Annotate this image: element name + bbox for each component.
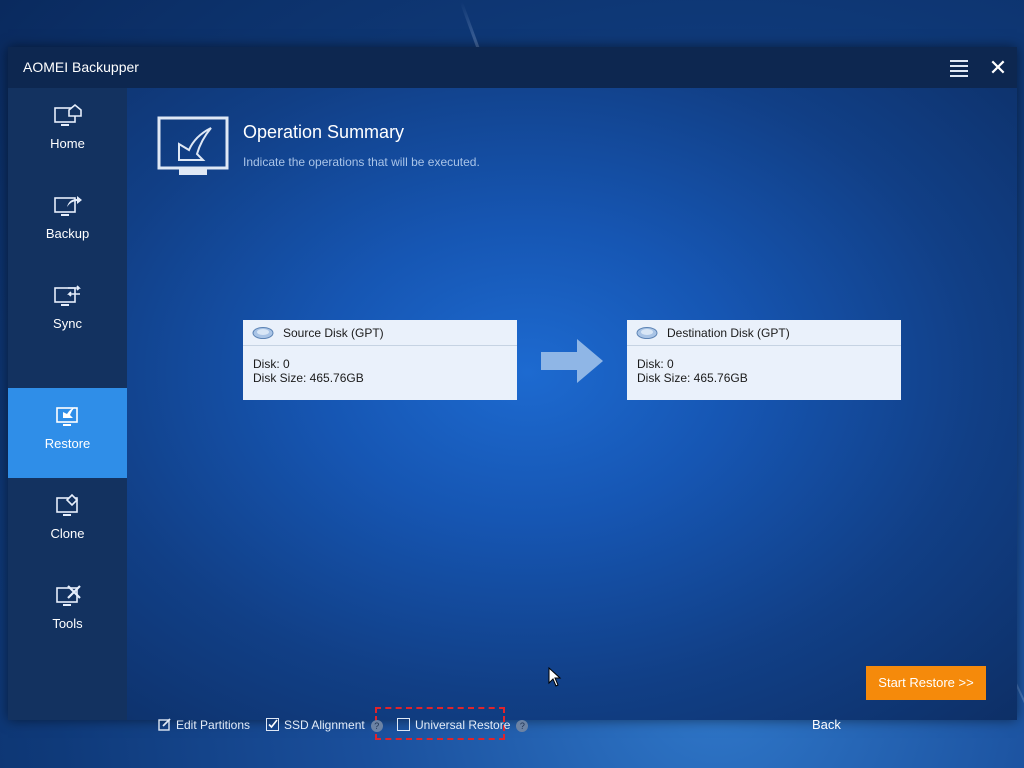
disk-icon [252, 327, 274, 339]
mouse-cursor-icon [548, 667, 562, 687]
sidebar-item-clone[interactable]: Clone [8, 478, 127, 568]
app-title: AOMEI Backupper [23, 59, 139, 75]
main-content: Operation Summary Indicate the operation… [127, 88, 1017, 740]
disk-card-header: Destination Disk (GPT) [627, 320, 901, 346]
title-bar: AOMEI Backupper ✕ [8, 47, 1017, 88]
universal-restore-label: Universal Restore [415, 718, 511, 732]
home-monitor-icon [54, 103, 82, 126]
help-icon[interactable]: ? [516, 720, 529, 732]
disk-icon [636, 327, 658, 339]
sync-monitor-icon [54, 285, 81, 306]
ssd-alignment-checkbox[interactable] [266, 718, 279, 731]
clone-monitor-icon [56, 493, 79, 516]
sidebar-item-home[interactable]: Home [8, 88, 127, 178]
edit-partitions-label: Edit Partitions [176, 718, 251, 732]
sidebar-item-restore[interactable]: Restore [8, 388, 127, 478]
sidebar-item-backup[interactable]: Backup [8, 178, 127, 268]
source-disk-size: Disk Size: 465.76GB [253, 371, 364, 385]
universal-restore-checkbox[interactable] [397, 718, 410, 731]
universal-restore-option[interactable]: Universal Restore? [397, 716, 529, 734]
right-arrow-icon [541, 339, 603, 383]
destination-disk-card: Destination Disk (GPT) Disk: 0 Disk Size… [627, 320, 901, 400]
page-subtitle: Indicate the operations that will be exe… [243, 155, 480, 169]
restore-monitor-icon [56, 407, 78, 426]
sidebar-item-label: Tools [52, 616, 83, 631]
sidebar-item-label: Backup [45, 226, 90, 241]
sidebar: Home Backup Sync Restore Clone Tools [8, 88, 127, 720]
source-disk-number: Disk: 0 [253, 357, 290, 371]
sidebar-item-label: Clone [50, 526, 85, 541]
help-icon[interactable]: ? [370, 720, 383, 732]
ssd-alignment-option[interactable]: SSD Alignment? [266, 716, 383, 734]
page-title: Operation Summary [243, 122, 405, 142]
sidebar-item-tools[interactable]: Tools [8, 568, 127, 658]
destination-disk-size: Disk Size: 465.76GB [637, 371, 748, 385]
source-disk-card: Source Disk (GPT) Disk: 0 Disk Size: 465… [243, 320, 517, 400]
sidebar-item-label: Restore [44, 436, 91, 451]
restore-summary-icon [157, 116, 229, 175]
destination-disk-number: Disk: 0 [637, 357, 674, 371]
start-restore-button[interactable]: Start Restore >> [866, 666, 986, 700]
sidebar-item-label: Home [50, 136, 85, 151]
tools-monitor-icon [56, 585, 81, 606]
ssd-alignment-label: SSD Alignment [284, 718, 365, 732]
backup-monitor-icon [54, 196, 82, 216]
sidebar-item-sync[interactable]: Sync [8, 268, 127, 358]
back-button[interactable]: Back [812, 717, 841, 732]
source-disk-title: Source Disk (GPT) [283, 326, 384, 340]
sidebar-item-label: Sync [53, 316, 82, 331]
hamburger-menu-icon[interactable] [948, 57, 970, 79]
edit-partitions-option[interactable]: Edit Partitions [158, 716, 250, 734]
app-window: AOMEI Backupper ✕ Home Backup Sync Resto… [8, 47, 1017, 740]
checkmark-icon [268, 719, 278, 729]
edit-icon [158, 718, 171, 731]
destination-disk-title: Destination Disk (GPT) [667, 326, 790, 340]
disk-card-header: Source Disk (GPT) [243, 320, 517, 346]
close-icon[interactable]: ✕ [986, 56, 1010, 80]
